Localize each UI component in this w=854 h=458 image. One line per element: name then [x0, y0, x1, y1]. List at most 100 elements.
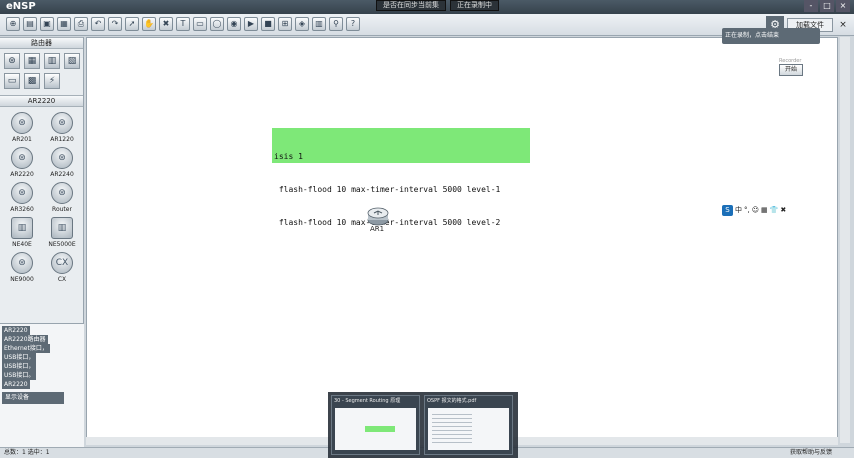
category-icon[interactable]: ▩ — [24, 73, 40, 89]
description-line: USB接口， — [2, 353, 82, 362]
ime-logo-icon[interactable]: S — [722, 204, 733, 216]
recording-tab[interactable]: 正在录制中 — [450, 0, 499, 11]
close-button[interactable]: × — [836, 0, 850, 12]
palette-icon[interactable]: ◈ — [295, 17, 309, 31]
window-controls: - □ × — [804, 0, 850, 12]
text-icon[interactable]: T — [176, 17, 190, 31]
device-item[interactable]: ⊛ AR3260 — [3, 182, 41, 213]
new-icon[interactable]: ⊕ — [6, 17, 20, 31]
category-icon[interactable]: ⊛ — [4, 53, 20, 69]
sync-tab[interactable]: 是否在同步当前集 — [376, 0, 446, 11]
device-label: AR2240 — [50, 171, 74, 178]
category-icon[interactable]: ▥ — [44, 53, 60, 69]
device-item[interactable]: ▥ NE40E — [3, 217, 41, 248]
device-icon: ⊛ — [11, 182, 33, 204]
command-line: flash-flood 10 max-timer-interval 5000 l… — [278, 218, 501, 227]
description-text: USB接口， — [2, 362, 37, 371]
hand-icon[interactable]: ✋ — [142, 17, 156, 31]
save-icon[interactable]: ▣ — [40, 17, 54, 31]
device-icon: ▥ — [11, 217, 33, 239]
category-icon[interactable]: ⚡ — [44, 73, 60, 89]
category-icon[interactable]: ▦ — [24, 53, 40, 69]
ime-item[interactable]: ☺ — [752, 206, 759, 214]
terminal-icon[interactable]: ▥ — [312, 17, 326, 31]
topology-canvas[interactable] — [86, 37, 838, 443]
device-item[interactable]: CX CX — [43, 252, 81, 283]
router-label: AR1 — [370, 225, 385, 233]
device-item[interactable]: ⊛ AR2240 — [43, 147, 81, 178]
show-device-button[interactable]: 显示设备 — [2, 392, 64, 404]
device-icon: ⊛ — [51, 147, 73, 169]
ime-item[interactable]: °, — [744, 206, 750, 214]
device-description: AR2220 AR2220路由器 Ethernet接口， USB接口， USB接口， US… — [0, 323, 84, 447]
description-text: USB接口， — [2, 353, 37, 362]
recording-note[interactable]: 正在录制，点击结束 — [722, 28, 820, 44]
help-feedback-link[interactable]: 获取帮助与反馈 — [790, 448, 832, 458]
device-icon: ⊛ — [11, 112, 33, 134]
command-line: flash-flood 10 max-timer-interval 5000 l… — [274, 185, 501, 194]
device-icon: ▥ — [51, 217, 73, 239]
description-text: USB接口。 — [2, 371, 37, 380]
preview-title: OSPF 报文的格式.pdf — [427, 398, 477, 404]
preview-window[interactable]: OSPF 报文的格式.pdf — [424, 395, 513, 455]
undo-icon[interactable]: ↶ — [91, 17, 105, 31]
delete-icon[interactable]: ✖ — [159, 17, 173, 31]
start-all-icon[interactable]: ▶ — [244, 17, 258, 31]
device-label: AR2220 — [10, 171, 34, 178]
maximize-button[interactable]: □ — [820, 0, 834, 12]
device-item[interactable]: ⊛ NE9000 — [3, 252, 41, 283]
capture-icon[interactable]: ◉ — [227, 17, 241, 31]
device-icon: CX — [51, 252, 73, 274]
device-item[interactable]: ⊛ AR1220 — [43, 112, 81, 143]
description-text: AR2220路由器 — [2, 335, 48, 344]
print-icon[interactable]: ⎙ — [74, 17, 88, 31]
minimize-button[interactable]: - — [804, 0, 818, 12]
description-line: AR2220 — [2, 380, 82, 389]
description-text: AR2220 — [2, 380, 30, 389]
save-as-icon[interactable]: ▦ — [57, 17, 71, 31]
open-icon[interactable]: ▤ — [23, 17, 37, 31]
redo-icon[interactable]: ↷ — [108, 17, 122, 31]
device-label: AR1220 — [50, 136, 74, 143]
category-icon[interactable]: ▧ — [64, 53, 80, 69]
status-count: 总数：1 选中：1 — [4, 449, 50, 456]
toolbar-buttons: ⊕ ▤ ▣ ▦ ⎙ ↶ ↷ ➚ ✋ ✖ T ▭ ◯ ◉ ▶ ■ ⊞ ◈ ▥ ⚲? — [6, 17, 360, 31]
topo-icon[interactable]: ⊞ — [278, 17, 292, 31]
device-icon: ⊛ — [11, 252, 33, 274]
command-text-box[interactable]: isis 1 flash-flood 10 max-timer-interval… — [272, 128, 530, 227]
ime-item[interactable]: ✖ — [780, 206, 786, 214]
device-label: AR201 — [12, 136, 32, 143]
pointer-icon[interactable]: ➚ — [125, 17, 139, 31]
start-button[interactable]: 开始 — [779, 64, 803, 76]
ime-toolbar[interactable]: S 中 °, ☺ ▦ 👕 ✖ — [722, 203, 786, 217]
device-item[interactable]: ▥ NE5000E — [43, 217, 81, 248]
description-line: USB接口， — [2, 362, 82, 371]
description-line: AR2220路由器 — [2, 335, 82, 344]
category-grid: ⊛ ▦ ▥ ▧ ▭ ▩ ⚡ — [0, 49, 83, 95]
preview-title: 30 - Segment Routing 原理 — [334, 398, 401, 404]
help-icon[interactable]: ? — [346, 17, 360, 31]
device-label: Router — [52, 206, 72, 213]
taskbar-previews: 30 - Segment Routing 原理 OSPF 报文的格式.pdf — [328, 392, 518, 458]
device-header: AR2220 — [0, 95, 83, 107]
stop-all-icon[interactable]: ■ — [261, 17, 275, 31]
rect-icon[interactable]: ▭ — [193, 17, 207, 31]
device-label: NE9000 — [10, 276, 34, 283]
zoom-icon[interactable]: ⚲ — [329, 17, 343, 31]
category-header: 路由器 — [0, 37, 83, 49]
vertical-scrollbar[interactable] — [840, 37, 850, 443]
ime-item[interactable]: 👕 — [770, 206, 779, 214]
description-text: Ethernet接口， — [2, 344, 50, 353]
close-icon[interactable]: × — [836, 18, 850, 32]
device-item[interactable]: ⊛ AR201 — [3, 112, 41, 143]
device-icon: ⊛ — [11, 147, 33, 169]
app-title: eNSP — [6, 1, 36, 12]
ellipse-icon[interactable]: ◯ — [210, 17, 224, 31]
preview-window[interactable]: 30 - Segment Routing 原理 — [331, 395, 420, 455]
device-item[interactable]: ⊛ AR2220 — [3, 147, 41, 178]
command-line: isis 1 — [274, 152, 303, 161]
ime-item[interactable]: 中 — [735, 205, 742, 215]
category-icon[interactable]: ▭ — [4, 73, 20, 89]
ime-item[interactable]: ▦ — [761, 206, 768, 214]
device-item[interactable]: ⊛ Router — [43, 182, 81, 213]
